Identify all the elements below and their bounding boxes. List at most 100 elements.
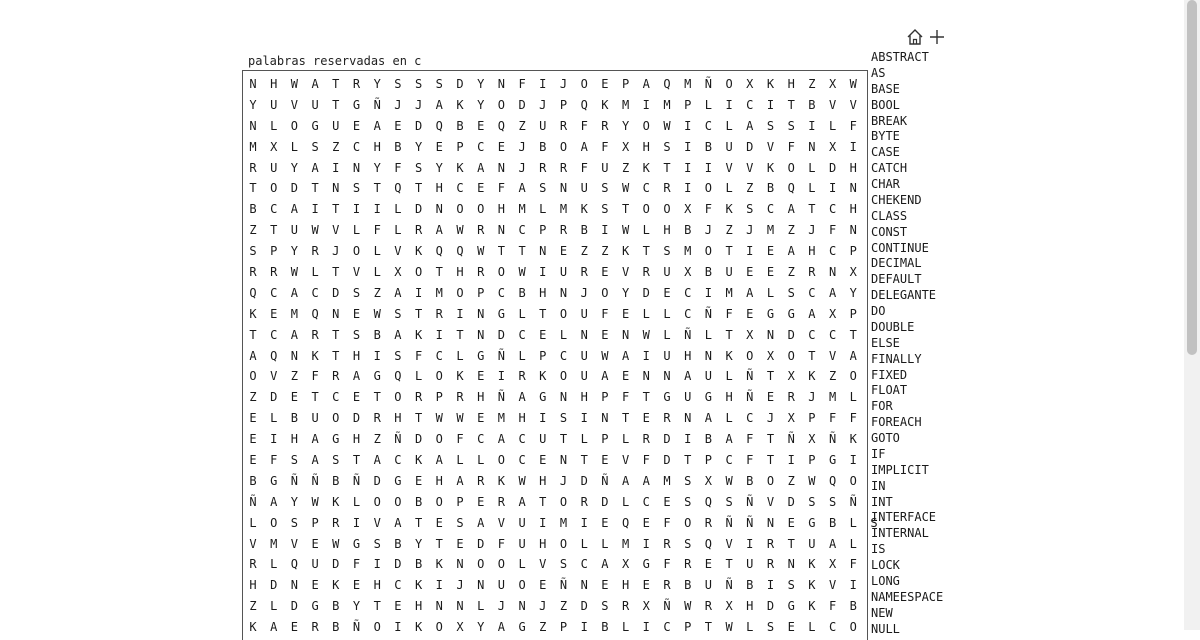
grid-cell[interactable]: X [823, 137, 843, 158]
grid-cell[interactable]: B [843, 596, 863, 617]
grid-cell[interactable]: L [450, 346, 470, 367]
grid-cell[interactable]: U [678, 387, 698, 408]
grid-cell[interactable]: A [678, 366, 698, 387]
grid-cell[interactable]: S [761, 116, 781, 137]
grid-cell[interactable]: I [678, 158, 698, 179]
grid-cell[interactable]: H [409, 596, 429, 617]
grid-cell[interactable]: N [802, 137, 822, 158]
grid-cell[interactable]: L [698, 95, 718, 116]
grid-cell[interactable]: R [657, 178, 677, 199]
grid-cell[interactable]: Ñ [657, 596, 677, 617]
grid-cell[interactable]: X [823, 304, 843, 325]
grid-cell[interactable]: Q [616, 513, 636, 534]
grid-cell[interactable]: O [388, 492, 408, 513]
grid-cell[interactable]: M [512, 199, 532, 220]
grid-cell[interactable]: T [781, 95, 801, 116]
grid-cell[interactable]: L [284, 137, 304, 158]
grid-cell[interactable]: N [698, 346, 718, 367]
grid-cell[interactable]: O [491, 554, 511, 575]
grid-cell[interactable]: V [491, 513, 511, 534]
grid-cell[interactable]: T [305, 178, 325, 199]
grid-cell[interactable]: R [802, 262, 822, 283]
grid-cell[interactable]: X [781, 366, 801, 387]
grid-cell[interactable]: C [698, 116, 718, 137]
grid-cell[interactable]: C [823, 325, 843, 346]
grid-cell[interactable]: S [657, 241, 677, 262]
grid-cell[interactable]: R [512, 366, 532, 387]
grid-cell[interactable]: O [367, 492, 387, 513]
grid-cell[interactable]: G [388, 471, 408, 492]
grid-cell[interactable]: V [823, 575, 843, 596]
grid-cell[interactable]: E [616, 366, 636, 387]
grid-cell[interactable]: X [450, 617, 470, 638]
grid-cell[interactable]: E [471, 178, 491, 199]
grid-cell[interactable]: T [429, 534, 449, 555]
grid-cell[interactable]: P [843, 304, 863, 325]
grid-cell[interactable]: A [574, 137, 594, 158]
grid-cell[interactable]: G [533, 387, 553, 408]
grid-cell[interactable]: D [284, 596, 304, 617]
grid-cell[interactable]: A [243, 346, 263, 367]
grid-cell[interactable]: K [409, 575, 429, 596]
grid-cell[interactable]: W [429, 408, 449, 429]
grid-cell[interactable]: I [843, 575, 863, 596]
grid-cell[interactable]: V [719, 534, 739, 555]
grid-cell[interactable]: T [698, 617, 718, 638]
grid-cell[interactable]: N [554, 283, 574, 304]
grid-cell[interactable]: L [719, 408, 739, 429]
grid-cell[interactable]: O [636, 116, 656, 137]
grid-cell[interactable]: R [367, 408, 387, 429]
grid-cell[interactable]: H [388, 408, 408, 429]
grid-cell[interactable]: Y [409, 534, 429, 555]
grid-cell[interactable]: T [719, 325, 739, 346]
grid-cell[interactable]: Q [491, 116, 511, 137]
grid-cell[interactable]: H [678, 346, 698, 367]
grid-cell[interactable]: H [512, 408, 532, 429]
grid-cell[interactable]: J [802, 387, 822, 408]
grid-cell[interactable]: S [554, 554, 574, 575]
grid-cell[interactable]: R [574, 492, 594, 513]
grid-cell[interactable]: E [533, 450, 553, 471]
grid-cell[interactable]: A [698, 408, 718, 429]
grid-cell[interactable]: B [243, 199, 263, 220]
grid-cell[interactable]: T [781, 534, 801, 555]
grid-cell[interactable]: L [367, 241, 387, 262]
grid-cell[interactable]: C [823, 617, 843, 638]
grid-cell[interactable]: N [326, 178, 346, 199]
grid-cell[interactable]: T [326, 262, 346, 283]
grid-cell[interactable]: O [636, 199, 656, 220]
grid-cell[interactable]: F [595, 304, 615, 325]
grid-cell[interactable]: L [823, 116, 843, 137]
grid-cell[interactable]: P [471, 283, 491, 304]
grid-cell[interactable]: C [347, 137, 367, 158]
grid-cell[interactable]: J [326, 241, 346, 262]
grid-cell[interactable]: A [719, 429, 739, 450]
grid-cell[interactable]: S [657, 137, 677, 158]
grid-cell[interactable]: J [574, 283, 594, 304]
grid-cell[interactable]: N [450, 554, 470, 575]
vertical-scrollbar[interactable] [1184, 0, 1200, 630]
grid-cell[interactable]: R [657, 575, 677, 596]
grid-cell[interactable]: Z [367, 283, 387, 304]
grid-cell[interactable]: R [305, 241, 325, 262]
grid-cell[interactable]: W [326, 534, 346, 555]
grid-cell[interactable]: R [471, 471, 491, 492]
grid-cell[interactable]: T [802, 346, 822, 367]
grid-cell[interactable]: I [491, 366, 511, 387]
grid-cell[interactable]: S [678, 534, 698, 555]
grid-cell[interactable]: L [450, 450, 470, 471]
grid-cell[interactable]: Q [284, 554, 304, 575]
grid-cell[interactable]: W [802, 471, 822, 492]
grid-cell[interactable]: B [409, 554, 429, 575]
grid-cell[interactable]: G [347, 534, 367, 555]
grid-cell[interactable]: S [719, 492, 739, 513]
grid-cell[interactable]: N [471, 575, 491, 596]
grid-cell[interactable]: D [326, 283, 346, 304]
grid-cell[interactable]: Y [367, 74, 387, 95]
grid-cell[interactable]: T [761, 450, 781, 471]
grid-cell[interactable]: Y [367, 158, 387, 179]
grid-cell[interactable]: G [264, 471, 284, 492]
grid-cell[interactable]: X [616, 137, 636, 158]
grid-cell[interactable]: B [284, 408, 304, 429]
grid-cell[interactable]: P [595, 429, 615, 450]
